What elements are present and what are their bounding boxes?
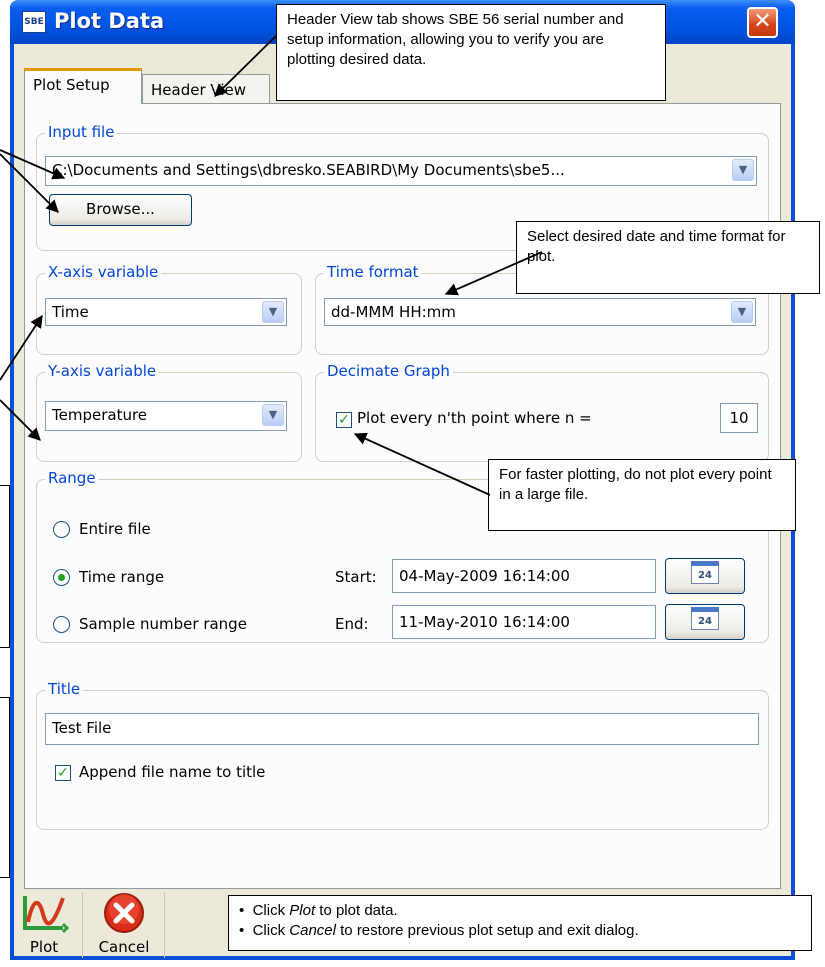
title-group: Title Test File ✓ Append file name to ti… — [36, 680, 769, 830]
window-title: Plot Data — [54, 9, 165, 33]
time-format-select[interactable]: dd-MMM HH:mm ▼ — [324, 298, 756, 326]
time-format-label: Time format — [324, 263, 422, 281]
chevron-down-icon[interactable]: ▼ — [732, 159, 754, 181]
input-file-select[interactable]: C:\Documents and Settings\dbresko.SEABIR… — [45, 156, 757, 186]
end-label: End: — [335, 615, 369, 633]
screenshot: SBE Plot Data ✕ Plot Setup Header View I… — [0, 0, 825, 967]
browse-button[interactable]: Browse... — [49, 194, 192, 226]
radio-entire-file-label: Entire file — [79, 520, 151, 538]
start-calendar-button[interactable]: 24 — [665, 558, 745, 594]
y-axis-group: Y-axis variable Temperature ▼ — [36, 362, 302, 462]
radio-entire-file[interactable] — [53, 521, 70, 538]
callout-bullet-plot: • Click Plot to plot data. — [239, 902, 398, 919]
toolbar-separator — [82, 892, 83, 958]
close-button[interactable]: ✕ — [747, 7, 778, 38]
callout-decimate: For faster plotting, do not plot every p… — [488, 459, 796, 531]
check-icon: ✓ — [338, 412, 350, 428]
calendar-icon: 24 — [691, 561, 719, 584]
chevron-down-icon[interactable]: ▼ — [262, 301, 284, 323]
close-icon: ✕ — [753, 9, 772, 34]
check-icon: ✓ — [57, 765, 69, 781]
plot-button[interactable]: Plot — [10, 892, 78, 962]
x-axis-value: Time — [52, 303, 89, 321]
start-label: Start: — [335, 568, 377, 586]
decimate-checkbox-label: Plot every n'th point where n = — [357, 409, 592, 427]
y-axis-select[interactable]: Temperature ▼ — [45, 401, 287, 431]
append-filename-label: Append file name to title — [79, 763, 266, 781]
callout-header-view: Header View tab shows SBE 56 serial numb… — [276, 4, 666, 101]
decimate-label: Decimate Graph — [324, 362, 453, 380]
input-file-label: Input file — [45, 123, 118, 141]
callout-time-format: Select desired date and time format for … — [516, 221, 820, 294]
decimate-group: Decimate Graph ✓ Plot every n'th point w… — [315, 362, 769, 462]
y-axis-value: Temperature — [52, 406, 148, 424]
callout-frame-left-title — [0, 697, 10, 878]
callout-plot-cancel: • Click Plot to plot data. • Click Cance… — [228, 895, 812, 951]
cancel-button[interactable]: Cancel — [88, 892, 160, 962]
decimate-checkbox[interactable]: ✓ — [336, 412, 352, 428]
plot-button-label: Plot — [29, 938, 59, 956]
x-axis-label: X-axis variable — [45, 263, 162, 281]
x-axis-group: X-axis variable Time ▼ — [36, 263, 302, 355]
y-axis-label: Y-axis variable — [45, 362, 160, 380]
callout-bullet-cancel: • Click Cancel to restore previous plot … — [239, 922, 639, 939]
x-axis-select[interactable]: Time ▼ — [45, 298, 287, 326]
chevron-down-icon[interactable]: ▼ — [262, 404, 284, 426]
sbe-app-icon: SBE — [22, 11, 46, 33]
radio-sample-number-range[interactable] — [53, 616, 70, 633]
tab-header-view[interactable]: Header View — [142, 74, 270, 106]
input-file-path: C:\Documents and Settings\dbresko.SEABIR… — [52, 161, 565, 179]
end-calendar-button[interactable]: 24 — [665, 604, 745, 640]
append-filename-checkbox[interactable]: ✓ — [55, 765, 71, 781]
calendar-icon: 24 — [691, 607, 719, 630]
range-label: Range — [45, 469, 99, 487]
decimate-n-input[interactable]: 10 — [720, 403, 758, 433]
plot-chart-icon — [23, 896, 69, 934]
end-date-input[interactable]: 11-May-2010 16:14:00 — [392, 605, 656, 639]
chevron-down-icon[interactable]: ▼ — [731, 301, 753, 323]
time-format-value: dd-MMM HH:mm — [331, 303, 456, 321]
radio-time-range-label: Time range — [79, 568, 165, 586]
toolbar-separator — [164, 892, 165, 958]
title-label: Title — [45, 680, 84, 698]
tab-plot-setup[interactable]: Plot Setup — [24, 68, 142, 104]
start-date-input[interactable]: 04-May-2009 16:14:00 — [392, 559, 656, 593]
radio-time-range[interactable] — [53, 569, 70, 586]
callout-frame-left-range — [0, 485, 10, 648]
radio-sample-number-range-label: Sample number range — [79, 615, 247, 633]
cancel-button-label: Cancel — [98, 938, 150, 956]
title-input[interactable]: Test File — [45, 713, 759, 745]
cancel-icon — [104, 893, 144, 933]
